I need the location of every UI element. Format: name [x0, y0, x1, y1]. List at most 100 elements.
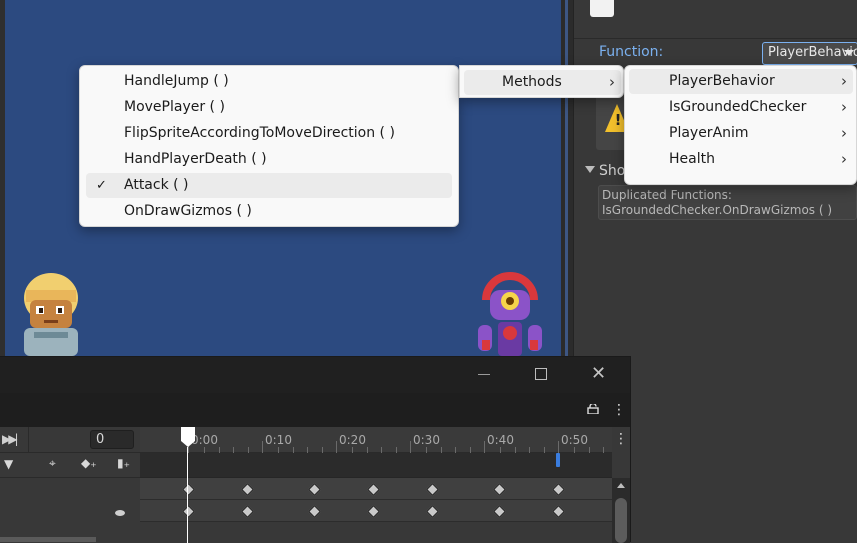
check-icon: ✓: [96, 178, 107, 193]
method-menu-item-label: Attack ( ): [124, 177, 189, 193]
ruler-major-tick: [558, 441, 559, 453]
method-menu-item-label: HandPlayerDeath ( ): [124, 151, 267, 167]
function-label: Function:: [599, 44, 664, 60]
ruler-time-label: 0:10: [265, 433, 292, 447]
menu-item-methods[interactable]: Methods ›: [464, 70, 621, 95]
ruler-minor-tick: [248, 447, 250, 453]
method-menu-item-label: MovePlayer ( ): [124, 99, 225, 115]
ruler-minor-tick: [529, 447, 531, 453]
ruler-minor-tick: [233, 447, 235, 453]
duplicated-functions-box: Duplicated Functions: IsGroundedChecker.…: [598, 185, 857, 220]
ruler-time-label: 0:20: [339, 433, 366, 447]
category-menu: Methods ›: [459, 65, 624, 98]
divider: [28, 427, 29, 453]
method-menu: HandleJump ( ) MovePlayer ( ) FlipSpriteAc…: [79, 65, 459, 227]
method-menu-item[interactable]: HandPlayerDeath ( ): [86, 147, 452, 172]
method-menu-item[interactable]: MovePlayer ( ): [86, 95, 452, 120]
property-visibility-icon[interactable]: [115, 510, 125, 516]
ruler-minor-tick: [425, 447, 427, 453]
ruler-minor-tick: [277, 447, 279, 453]
ruler-major-tick: [410, 441, 411, 453]
track-tools: ▼ ⌖ ◆₊ ▮₊: [0, 453, 140, 478]
ruler-minor-tick: [470, 447, 472, 453]
animation-event-marker[interactable]: [556, 453, 560, 467]
scroll-up-icon[interactable]: [617, 483, 625, 488]
method-menu-item[interactable]: FlipSpriteAccordingToMoveDirection ( ): [86, 121, 452, 146]
ruler-minor-tick: [203, 447, 205, 453]
chevron-right-icon: ›: [841, 150, 847, 168]
warning-exclamation: !: [614, 111, 622, 129]
chevron-down-icon[interactable]: ▼: [4, 457, 13, 471]
method-menu-item[interactable]: OnDrawGizmos ( ): [86, 199, 452, 224]
ruler-time-label: 0:30: [413, 433, 440, 447]
component-menu-item[interactable]: IsGroundedChecker ›: [629, 95, 853, 120]
enemy-robot-sprite: [478, 272, 542, 356]
ruler-minor-tick: [440, 447, 442, 453]
component-menu-item-label: IsGroundedChecker: [669, 99, 807, 115]
ruler-minor-tick: [292, 447, 294, 453]
add-event-icon[interactable]: ▮₊: [117, 456, 130, 470]
minimize-button[interactable]: [478, 374, 490, 375]
duplicated-functions-title: Duplicated Functions:: [602, 188, 732, 202]
component-menu-item[interactable]: PlayerBehavior ›: [629, 69, 853, 94]
frame-field[interactable]: 0: [90, 430, 134, 449]
component-menu-item-label: Health: [669, 151, 715, 167]
enabled-checkbox[interactable]: [590, 0, 614, 17]
ruler-minor-tick: [455, 447, 457, 453]
component-menu-item[interactable]: PlayerAnim ›: [629, 121, 853, 146]
animation-toolbar: [0, 393, 630, 427]
method-menu-item[interactable]: ✓ Attack ( ): [86, 173, 452, 198]
chevron-down-icon: [844, 50, 854, 56]
scene-gizmo-line: [565, 0, 568, 356]
component-menu-item[interactable]: Health ›: [629, 147, 853, 172]
horizontal-scrollbar-thumb[interactable]: [0, 537, 96, 542]
chevron-right-icon: ›: [841, 72, 847, 90]
method-menu-item-label: OnDrawGizmos ( ): [124, 203, 252, 219]
chevron-right-icon: ›: [841, 124, 847, 142]
ruler-more-icon[interactable]: ⋮: [614, 431, 628, 447]
ruler-major-tick: [484, 441, 485, 453]
maximize-button[interactable]: [535, 368, 547, 380]
animation-window: ✕ ⋮ ▶▶| 0 ⋮ ▼ ⌖ ◆₊ ▮₊ 0:00 0:10 0:20 0:30 0:…: [0, 356, 631, 543]
ruler-minor-tick: [514, 447, 516, 453]
ruler-minor-tick: [381, 447, 383, 453]
player-character-sprite[interactable]: [18, 270, 84, 356]
target-icon[interactable]: ⌖: [49, 456, 56, 471]
lock-icon[interactable]: [587, 404, 599, 414]
ruler-minor-tick: [499, 447, 501, 453]
last-keyframe-button[interactable]: ▶▶|: [2, 432, 18, 446]
ruler-minor-tick: [366, 447, 368, 453]
scrollbar-thumb[interactable]: [615, 498, 627, 543]
ruler-minor-tick: [218, 447, 220, 453]
ruler-minor-tick: [544, 447, 546, 453]
ruler-minor-tick: [351, 447, 353, 453]
summary-track[interactable]: [140, 453, 612, 478]
ruler-time-label: 0:40: [487, 433, 514, 447]
ruler-major-tick: [262, 441, 263, 453]
ruler-minor-tick: [588, 447, 590, 453]
ruler-minor-tick: [322, 447, 324, 453]
close-icon[interactable]: ✕: [591, 363, 606, 384]
component-menu-item-label: PlayerBehavior: [669, 73, 775, 89]
ruler-major-tick: [336, 441, 337, 453]
menu-item-label: Methods: [502, 74, 562, 90]
chevron-right-icon: ›: [841, 98, 847, 116]
playhead-handle[interactable]: [181, 427, 195, 447]
foldout-arrow-icon[interactable]: [585, 166, 595, 173]
component-menu: PlayerBehavior › IsGroundedChecker › PlayerA…: [624, 65, 857, 185]
ruler-time-label: 0:00: [191, 433, 218, 447]
playhead-line: [187, 447, 188, 543]
ruler-minor-tick: [573, 447, 575, 453]
more-options-icon[interactable]: ⋮: [612, 402, 626, 418]
ruler-minor-tick: [307, 447, 309, 453]
function-dropdown[interactable]: PlayerBehavior: [762, 42, 857, 65]
add-keyframe-icon[interactable]: ◆₊: [81, 456, 97, 470]
duplicated-functions-value: IsGroundedChecker.OnDrawGizmos ( ): [602, 203, 833, 217]
ruler-minor-tick: [603, 447, 605, 453]
ruler-minor-tick: [396, 447, 398, 453]
divider: [574, 38, 857, 39]
show-foldout-label[interactable]: Sho: [599, 163, 625, 179]
method-menu-item[interactable]: HandleJump ( ): [86, 69, 452, 94]
ruler-time-label: 0:50: [561, 433, 588, 447]
method-menu-item-label: HandleJump ( ): [124, 73, 229, 89]
